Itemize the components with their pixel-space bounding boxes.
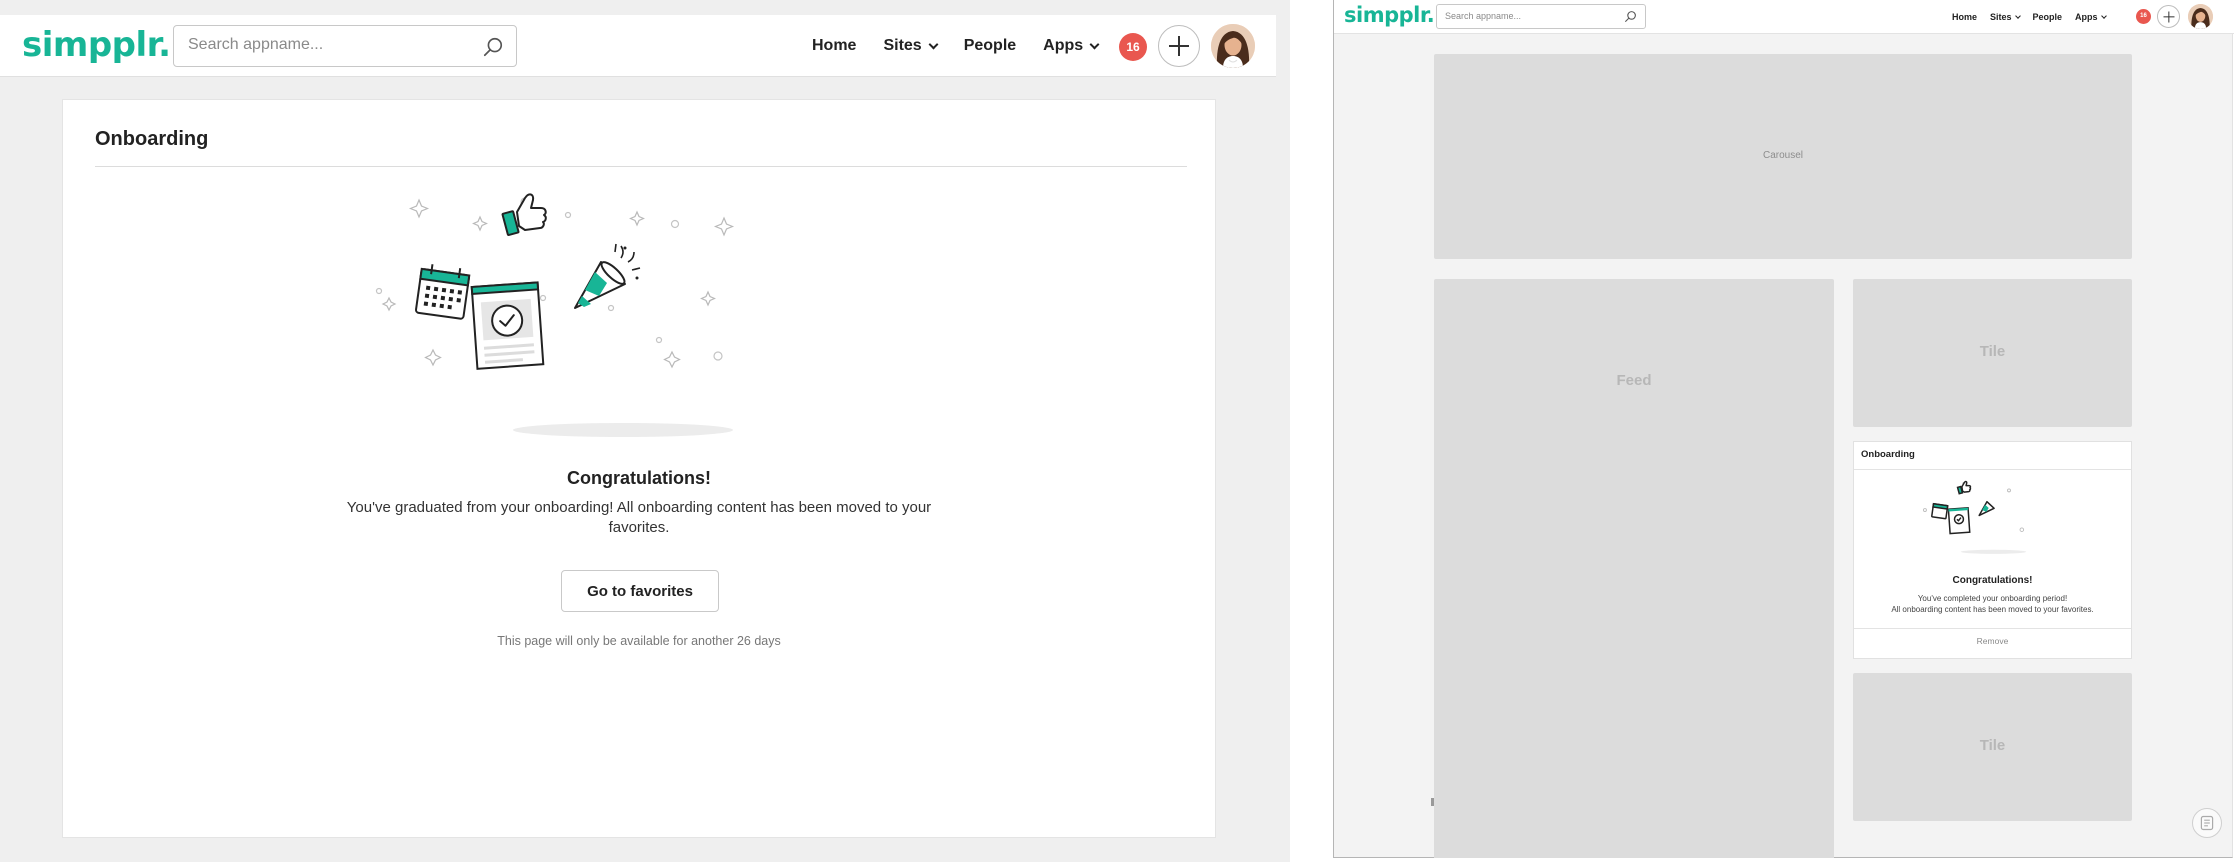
celebration-illustration	[375, 193, 735, 437]
calendar-icon	[415, 264, 471, 320]
nav-sites[interactable]: Sites	[883, 37, 939, 55]
top-navigation-bar-small: simpplr. Home Sites People Apps 16	[1334, 0, 2234, 34]
onboarding-tile-title: Onboarding	[1861, 449, 1915, 460]
chevron-down-icon	[1089, 39, 1100, 49]
tile-placeholder: Tile	[1853, 673, 2132, 821]
top-navigation-bar: simpplr. Home Sites People Apps 16	[0, 15, 1276, 77]
go-to-favorites-button[interactable]: Go to favorites	[561, 570, 719, 612]
scroll-marker	[1431, 798, 1434, 806]
nav-home[interactable]: Home	[812, 37, 856, 55]
document-check-icon	[470, 281, 545, 370]
nav-people[interactable]: People	[964, 37, 1016, 55]
remove-link[interactable]: Remove	[1854, 636, 2131, 646]
onboarding-tile: Onboarding Congratulations! You've compl…	[1853, 441, 2132, 659]
add-button-small[interactable]	[2157, 5, 2180, 28]
availability-note: This page will only be available for ano…	[497, 634, 781, 648]
add-button[interactable]	[1158, 25, 1200, 67]
nav-home[interactable]: Home	[1952, 12, 1977, 22]
search-icon[interactable]	[1624, 10, 1637, 23]
carousel-label: Carousel	[1762, 150, 1804, 161]
search-box[interactable]	[173, 25, 517, 67]
tile-divider	[1854, 469, 2131, 470]
dashboard-preview-frame: simpplr. Home Sites People Apps 16	[1333, 0, 2234, 858]
nav-sites[interactable]: Sites	[1990, 12, 2021, 22]
onboarding-card: Onboarding Congratulations! You've gradu…	[62, 99, 1216, 838]
user-photo-icon	[1211, 24, 1255, 68]
tile-placeholder: Tile	[1853, 279, 2132, 427]
search-icon[interactable]	[482, 36, 504, 58]
carousel-placeholder: Carousel	[1434, 54, 2132, 259]
simpplr-logo[interactable]: simpplr.	[22, 25, 171, 65]
tile-label: Tile	[1979, 343, 2006, 360]
main-nav-small: Home Sites People Apps	[1952, 0, 2107, 34]
search-box-small[interactable]	[1436, 4, 1646, 29]
congratulations-heading: Congratulations!	[567, 468, 711, 488]
title-divider	[95, 166, 1187, 167]
help-widget-icon	[2200, 815, 2214, 831]
main-nav: Home Sites People Apps	[812, 15, 1100, 77]
simpplr-logo-small[interactable]: simpplr.	[1344, 3, 1435, 27]
page-title: Onboarding	[95, 128, 209, 150]
tile-label: Tile	[1979, 737, 2006, 754]
chevron-down-icon	[928, 39, 939, 49]
chevron-down-icon	[2100, 13, 2107, 19]
feed-placeholder: Feed	[1434, 279, 1834, 858]
notification-badge[interactable]: 16	[1119, 33, 1147, 61]
tile-completion-message: You've completed your onboarding period!…	[1891, 594, 2094, 614]
graduation-message: You've graduated from your onboarding! A…	[346, 499, 932, 536]
onboarding-page-frame: simpplr. Home Sites People Apps 16	[0, 0, 1290, 862]
nav-apps[interactable]: Apps	[1043, 37, 1100, 55]
avatar-small[interactable]	[2188, 4, 2213, 29]
thumbs-up-icon	[501, 193, 547, 236]
feed-label: Feed	[1616, 372, 1652, 389]
search-input-small[interactable]	[1445, 11, 1615, 21]
nav-people[interactable]: People	[2033, 12, 2063, 22]
sparkle-icon	[408, 198, 430, 219]
user-photo-icon	[2188, 4, 2213, 29]
search-input[interactable]	[188, 36, 468, 54]
chevron-down-icon	[2014, 13, 2021, 19]
tile-footer-divider	[1854, 628, 2131, 629]
avatar[interactable]	[1211, 24, 1255, 68]
notification-badge-small[interactable]: 16	[2136, 9, 2151, 24]
celebration-illustration-small	[1923, 480, 2027, 554]
help-icon[interactable]	[2192, 808, 2222, 838]
nav-apps[interactable]: Apps	[2075, 12, 2107, 22]
party-popper-icon	[574, 243, 641, 309]
tile-congratulations-heading: Congratulations!	[1952, 575, 2033, 586]
